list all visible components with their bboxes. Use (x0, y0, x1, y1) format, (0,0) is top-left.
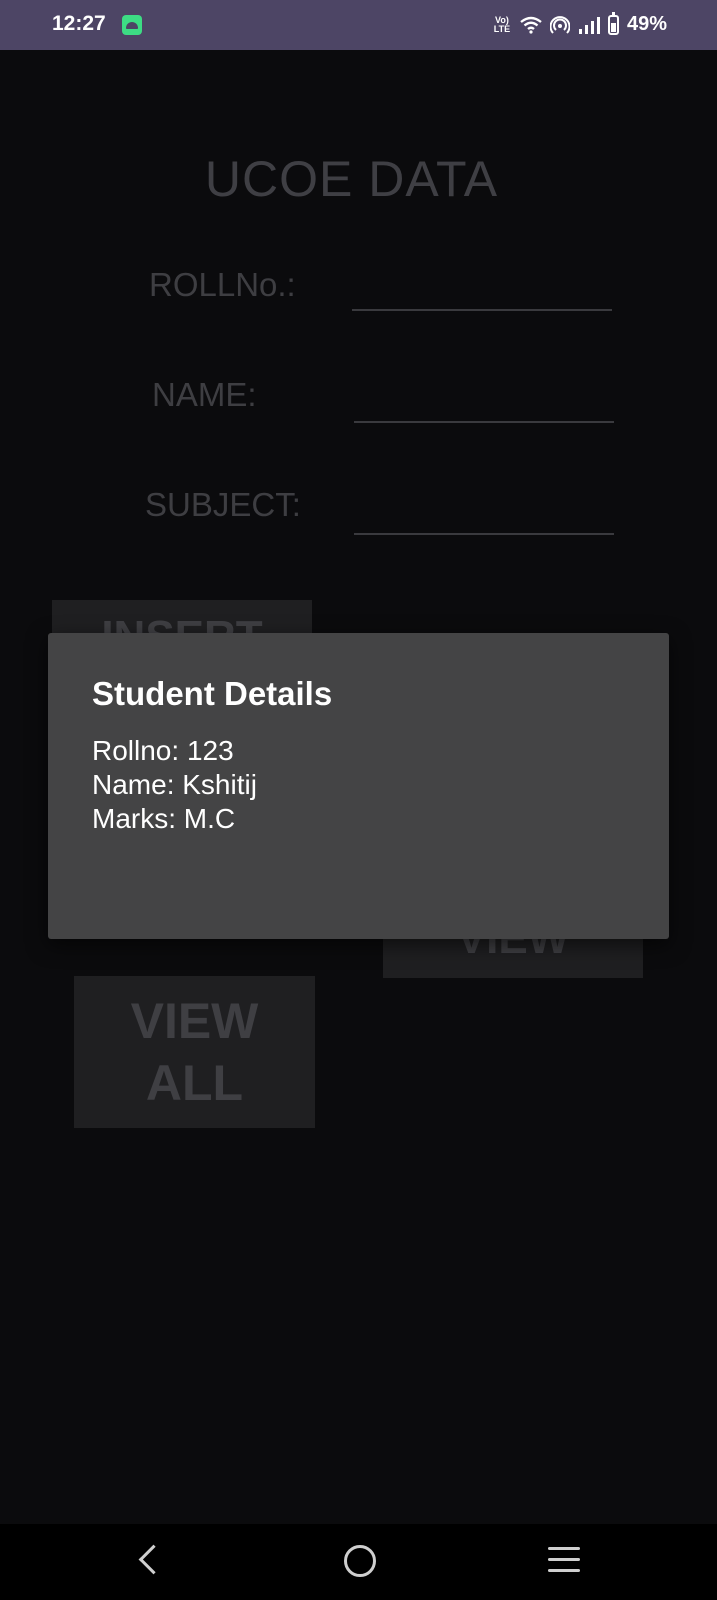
view-all-label-line1: VIEW (130, 993, 259, 1049)
status-icons: Vo) LTE 49% (492, 11, 667, 36)
menu-icon[interactable] (548, 1547, 580, 1580)
subject-input[interactable] (354, 533, 614, 535)
battery-icon (607, 11, 619, 35)
battery-percent: 49% (626, 13, 667, 35)
student-details-dialog: Student Details Rollno: 123 Name: Kshiti… (48, 633, 669, 939)
status-time: 12:27 (52, 12, 106, 35)
dialog-marks: Marks: M.C (92, 803, 236, 834)
hotspot-icon (549, 15, 570, 34)
roll-label: ROLLNo.: (149, 266, 296, 303)
status-bar: 12:27 Vo) LTE 49% (0, 0, 717, 50)
name-input[interactable] (354, 421, 614, 423)
back-icon[interactable] (138, 1544, 169, 1575)
app-title: UCOE DATA (204, 151, 499, 207)
dialog-rollno: Rollno: 123 (92, 735, 234, 766)
wifi-icon (520, 16, 542, 34)
dialog-title: Student Details (92, 675, 333, 712)
name-label: NAME: (152, 376, 257, 413)
view-all-button[interactable]: VIEW ALL (74, 976, 315, 1128)
subject-label: SUBJECT: (145, 486, 301, 523)
signal-icon (578, 16, 600, 34)
roll-input[interactable] (352, 309, 612, 311)
android-icon (122, 15, 142, 35)
volte-icon: Vo) LTE (493, 14, 511, 34)
dialog-name: Name: Kshitij (92, 769, 257, 800)
home-icon[interactable] (344, 1545, 376, 1577)
view-all-label-line2: ALL (145, 1055, 244, 1111)
navigation-bar (0, 1524, 717, 1600)
